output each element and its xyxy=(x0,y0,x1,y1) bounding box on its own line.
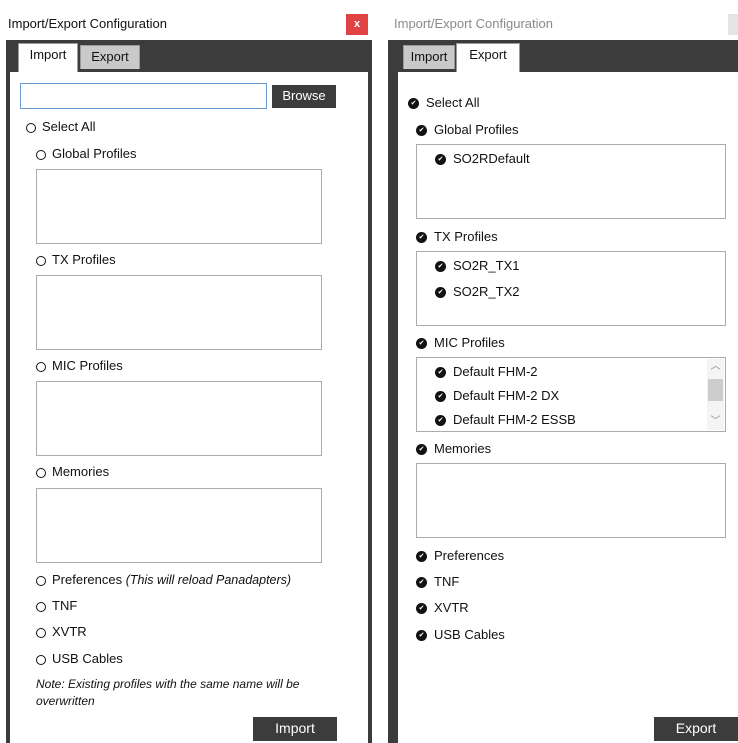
list-item[interactable]: Default FHM-2 xyxy=(453,364,538,379)
mic-profiles-label: MIC Profiles xyxy=(52,358,123,373)
export-button[interactable]: Export xyxy=(654,717,738,741)
mic-profiles-label: MIC Profiles xyxy=(434,335,505,350)
memories-label: Memories xyxy=(52,464,110,479)
tx-profile-item-check-icon[interactable]: ✔ xyxy=(435,261,446,272)
list-item[interactable]: SO2RDefault xyxy=(453,151,530,166)
memories-list[interactable] xyxy=(416,463,726,538)
memories-radio[interactable] xyxy=(36,468,46,478)
window-body: Import Export ✔ Select All ✔ Global Prof… xyxy=(388,40,738,743)
export-window-titlebar: Import/Export Configuration xyxy=(388,10,738,40)
preferences-check-icon[interactable]: ✔ xyxy=(416,551,427,562)
export-window: Import/Export Configuration Import Expor… xyxy=(388,10,738,743)
memories-label: Memories xyxy=(434,441,492,456)
file-path-input[interactable] xyxy=(20,83,267,109)
tx-profiles-list[interactable]: ✔ SO2R_TX1 ✔ SO2R_TX2 xyxy=(416,251,726,326)
import-window-titlebar: Import/Export Configuration x xyxy=(6,10,372,40)
global-profiles-list[interactable] xyxy=(36,169,322,244)
window-title: Import/Export Configuration xyxy=(8,16,167,31)
tnf-check-icon[interactable]: ✔ xyxy=(416,577,427,588)
tab-import[interactable]: Import xyxy=(403,45,455,69)
global-profiles-label: Global Profiles xyxy=(52,146,137,161)
tx-profiles-list[interactable] xyxy=(36,275,322,350)
preferences-text: Preferences xyxy=(52,572,123,587)
import-panel: Browse Select All Global Profiles TX Pro… xyxy=(10,72,368,743)
tx-profiles-label: TX Profiles xyxy=(434,229,498,244)
titlebar-button-edge xyxy=(728,14,738,35)
global-profile-item-check-icon[interactable]: ✔ xyxy=(435,154,446,165)
tnf-radio[interactable] xyxy=(36,602,46,612)
preferences-label: Preferences (This will reload Panadapter… xyxy=(52,572,291,587)
global-profiles-radio[interactable] xyxy=(36,150,46,160)
global-profiles-check-icon[interactable]: ✔ xyxy=(416,125,427,136)
select-all-check-icon[interactable]: ✔ xyxy=(408,98,419,109)
mic-profiles-radio[interactable] xyxy=(36,362,46,372)
xvtr-check-icon[interactable]: ✔ xyxy=(416,603,427,614)
memories-check-icon[interactable]: ✔ xyxy=(416,444,427,455)
global-profiles-list[interactable]: ✔ SO2RDefault xyxy=(416,144,726,219)
close-button[interactable]: x xyxy=(346,14,368,35)
tnf-label: TNF xyxy=(434,574,460,589)
global-profiles-label: Global Profiles xyxy=(434,122,519,137)
usb-cables-radio[interactable] xyxy=(36,655,46,665)
tx-profile-item-check-icon[interactable]: ✔ xyxy=(435,287,446,298)
browse-button[interactable]: Browse xyxy=(272,85,336,108)
preferences-note: (This will reload Panadapters) xyxy=(125,573,292,587)
mic-profiles-list[interactable]: ✔ Default FHM-2 ✔ Default FHM-2 DX ✔ Def… xyxy=(416,357,726,432)
mic-profiles-list[interactable] xyxy=(36,381,322,456)
mic-profile-item-check-icon[interactable]: ✔ xyxy=(435,415,446,426)
window-body: Import Export Browse Select All Global P… xyxy=(6,40,372,743)
list-item[interactable]: SO2R_TX1 xyxy=(453,258,519,273)
preferences-radio[interactable] xyxy=(36,576,46,586)
mic-profile-item-check-icon[interactable]: ✔ xyxy=(435,367,446,378)
mic-profiles-scrollbar[interactable]: ︿ ﹀ xyxy=(707,359,724,430)
list-item[interactable]: Default FHM-2 ESSB xyxy=(453,412,576,427)
import-window: Import/Export Configuration x Import Exp… xyxy=(6,10,372,743)
usb-cables-label: USB Cables xyxy=(52,651,123,666)
usb-cables-check-icon[interactable]: ✔ xyxy=(416,630,427,641)
usb-cables-label: USB Cables xyxy=(434,627,505,642)
window-title: Import/Export Configuration xyxy=(394,16,553,31)
xvtr-label: XVTR xyxy=(434,600,469,615)
mic-profiles-check-icon[interactable]: ✔ xyxy=(416,338,427,349)
memories-list[interactable] xyxy=(36,488,322,563)
overwrite-note: Note: Existing profiles with the same na… xyxy=(36,677,300,708)
tx-profiles-radio[interactable] xyxy=(36,256,46,266)
preferences-label: Preferences xyxy=(434,548,505,563)
import-button[interactable]: Import xyxy=(253,717,337,741)
tab-export[interactable]: Export xyxy=(456,43,520,72)
select-all-label: Select All xyxy=(426,95,480,110)
xvtr-radio[interactable] xyxy=(36,628,46,638)
scroll-thumb[interactable] xyxy=(708,379,723,401)
tx-profiles-label: TX Profiles xyxy=(52,252,116,267)
tab-import[interactable]: Import xyxy=(18,43,78,72)
tab-export[interactable]: Export xyxy=(80,45,140,69)
mic-profile-item-check-icon[interactable]: ✔ xyxy=(435,391,446,402)
select-all-label: Select All xyxy=(42,119,96,134)
scroll-up-icon[interactable]: ︿ xyxy=(707,359,724,375)
xvtr-label: XVTR xyxy=(52,624,87,639)
scroll-down-icon[interactable]: ﹀ xyxy=(707,414,724,430)
list-item[interactable]: Default FHM-2 DX xyxy=(453,388,559,403)
list-item[interactable]: SO2R_TX2 xyxy=(453,284,519,299)
export-panel: ✔ Select All ✔ Global Profiles ✔ SO2RDef… xyxy=(398,72,738,743)
tnf-label: TNF xyxy=(52,598,78,613)
select-all-radio[interactable] xyxy=(26,123,36,133)
tx-profiles-check-icon[interactable]: ✔ xyxy=(416,232,427,243)
